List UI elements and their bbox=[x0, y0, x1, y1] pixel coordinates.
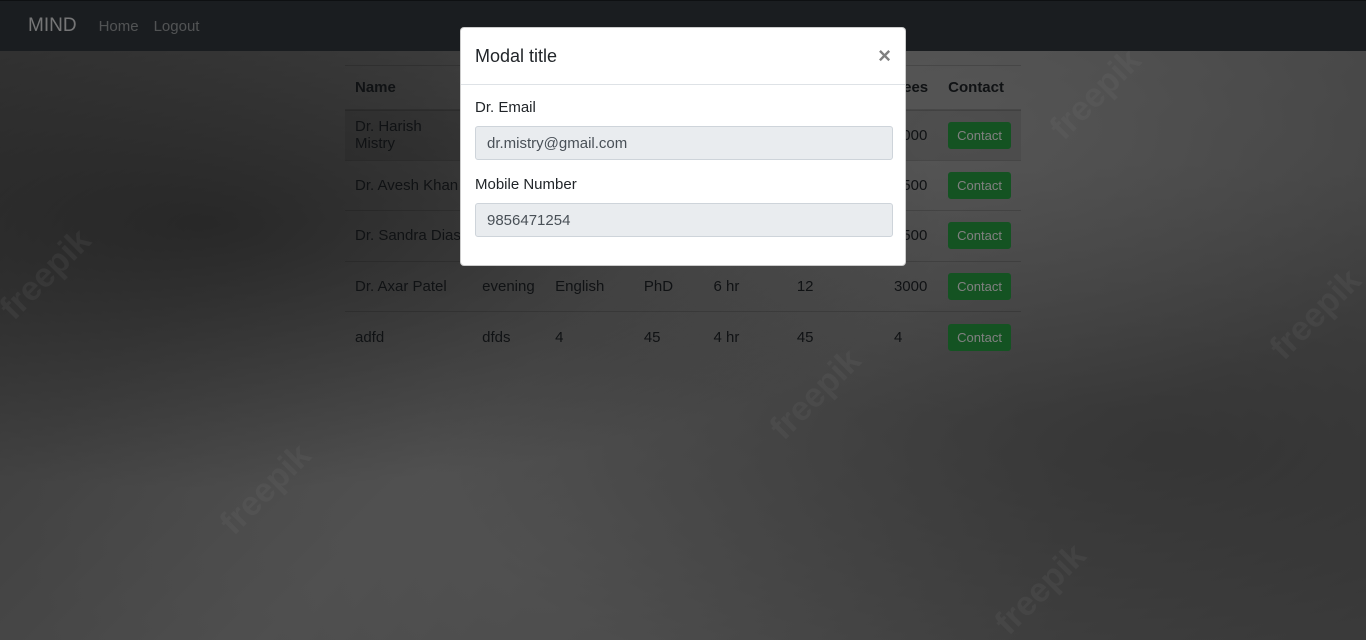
close-icon[interactable]: × bbox=[878, 45, 891, 67]
email-field[interactable] bbox=[475, 126, 893, 160]
modal-body: Dr. Email Mobile Number bbox=[461, 85, 905, 237]
modal-title: Modal title bbox=[475, 45, 558, 66]
contact-modal: Modal title × Dr. Email Mobile Number bbox=[460, 27, 906, 266]
mobile-form-group: Mobile Number bbox=[475, 176, 893, 237]
email-label: Dr. Email bbox=[475, 99, 536, 116]
email-form-group: Dr. Email bbox=[475, 99, 893, 160]
modal-header: Modal title × bbox=[461, 28, 905, 85]
mobile-label: Mobile Number bbox=[475, 176, 577, 193]
mobile-number-field[interactable] bbox=[475, 203, 893, 237]
